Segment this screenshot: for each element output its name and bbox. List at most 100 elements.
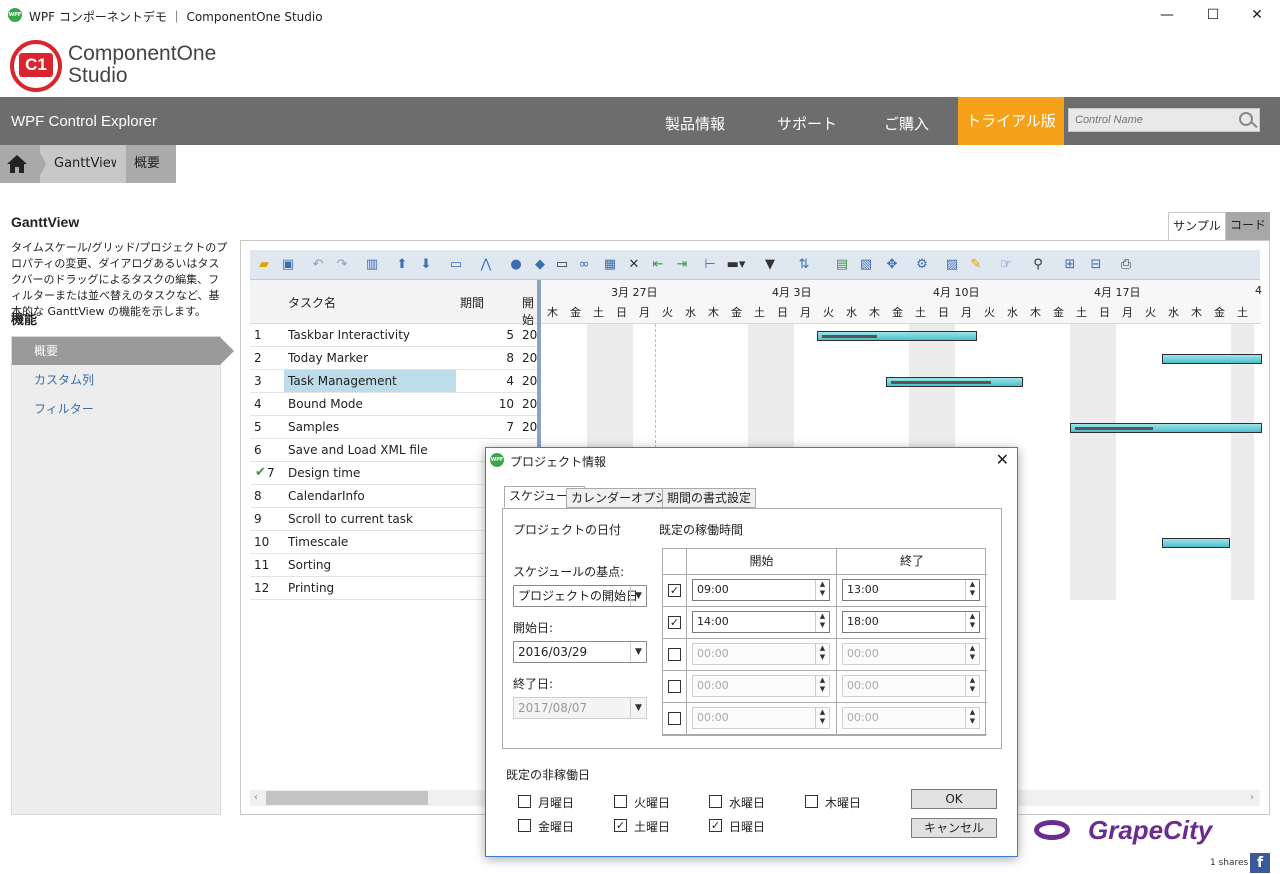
- hours-enabled-checkbox[interactable]: [668, 712, 681, 725]
- task-name-cell[interactable]: CalendarInfo: [288, 489, 365, 503]
- task-bar[interactable]: [1070, 423, 1262, 433]
- link-icon[interactable]: ∞: [574, 255, 594, 275]
- task-name-cell[interactable]: Sorting: [288, 558, 331, 572]
- move-down-icon[interactable]: ⬇: [416, 255, 436, 275]
- nav-purchase[interactable]: ご購入: [884, 113, 929, 134]
- start-date-picker[interactable]: 2016/03/29 ▼: [513, 641, 647, 663]
- start-time-input[interactable]: 09:00 ▲ ▼: [692, 579, 830, 601]
- save-icon[interactable]: ▣: [278, 255, 298, 275]
- schedule-base-select[interactable]: プロジェクトの開始日 ▼: [513, 585, 647, 607]
- maximize-icon[interactable]: ☐: [1190, 0, 1236, 30]
- nav-support[interactable]: サポート: [777, 113, 837, 134]
- project-info-icon[interactable]: ▧: [856, 255, 876, 275]
- sunday-checkbox[interactable]: ✓: [709, 819, 722, 832]
- start-cell[interactable]: 20: [522, 397, 537, 411]
- monday-checkbox[interactable]: [518, 795, 531, 808]
- scroll-left-icon[interactable]: ‹: [254, 792, 258, 803]
- task-info-icon[interactable]: ▭: [446, 255, 466, 275]
- start-cell[interactable]: 20: [522, 328, 537, 342]
- redo-icon[interactable]: ↷: [332, 255, 352, 275]
- task-name-cell[interactable]: Printing: [288, 581, 334, 595]
- scroll-right-icon[interactable]: ›: [1250, 792, 1254, 803]
- chart-icon[interactable]: ⋀: [476, 255, 496, 275]
- duration-cell[interactable]: 4: [490, 374, 514, 388]
- minimize-icon[interactable]: —: [1144, 0, 1190, 30]
- bar-style-icon[interactable]: ▬▾: [726, 255, 746, 275]
- task-name-cell[interactable]: Design time: [288, 466, 360, 480]
- hours-enabled-checkbox[interactable]: ✓: [668, 584, 681, 597]
- nav-product-info[interactable]: 製品情報: [665, 113, 725, 134]
- task-name-cell[interactable]: Today Marker: [288, 351, 368, 365]
- thursday-checkbox[interactable]: [805, 795, 818, 808]
- export-icon[interactable]: ▤: [832, 255, 852, 275]
- wednesday-checkbox[interactable]: [709, 795, 722, 808]
- hours-enabled-checkbox[interactable]: [668, 680, 681, 693]
- end-time-input[interactable]: 18:00 ▲ ▼: [842, 611, 980, 633]
- zoom-icon[interactable]: ⚲: [1028, 255, 1048, 275]
- add-task-icon[interactable]: ●: [506, 255, 526, 275]
- sidebar-item-overview[interactable]: 概要: [12, 337, 234, 365]
- task-name-cell[interactable]: Task Management: [288, 374, 397, 388]
- start-time-input[interactable]: 14:00 ▲ ▼: [692, 611, 830, 633]
- zoom-fit-icon[interactable]: ⊞: [1060, 255, 1080, 275]
- columns-icon[interactable]: ▥: [362, 255, 382, 275]
- col-duration[interactable]: 期間: [460, 294, 484, 311]
- task-bar[interactable]: [1162, 538, 1230, 548]
- settings-icon[interactable]: ⚙: [912, 255, 932, 275]
- delete-icon[interactable]: ✕: [624, 255, 644, 275]
- home-button[interactable]: [0, 145, 40, 183]
- col-task-name[interactable]: タスク名: [288, 294, 336, 311]
- print-icon[interactable]: ⎙: [1116, 255, 1136, 275]
- table-row[interactable]: 3 Task Management 4 20: [250, 370, 538, 393]
- end-time-input[interactable]: 13:00 ▲ ▼: [842, 579, 980, 601]
- highlight-icon[interactable]: ✎: [966, 255, 986, 275]
- sort-icon[interactable]: ⇅: [794, 255, 814, 275]
- table-row[interactable]: 2 Today Marker 8 20: [250, 347, 538, 370]
- saturday-checkbox[interactable]: ✓: [614, 819, 627, 832]
- cancel-button[interactable]: キャンセル: [911, 818, 997, 838]
- duration-cell[interactable]: 7: [490, 420, 514, 434]
- outdent-icon[interactable]: ⇤: [648, 255, 668, 275]
- task-bar[interactable]: [817, 331, 977, 341]
- task-name-cell[interactable]: Scroll to current task: [288, 512, 413, 526]
- col-start[interactable]: 開始: [522, 294, 538, 328]
- task-name-cell[interactable]: Samples: [288, 420, 339, 434]
- scroll-task-icon[interactable]: ☞: [996, 255, 1016, 275]
- zoom-out-icon[interactable]: ⊟: [1086, 255, 1106, 275]
- dialog-close-icon[interactable]: ✕: [996, 450, 1009, 469]
- task-bar[interactable]: [1162, 354, 1262, 364]
- filter-icon[interactable]: ▼: [760, 255, 780, 275]
- add-milestone-icon[interactable]: ◆: [530, 255, 550, 275]
- scrollbar-thumb[interactable]: [266, 791, 428, 805]
- indent-icon[interactable]: ⇥: [672, 255, 692, 275]
- hours-enabled-checkbox[interactable]: ✓: [668, 616, 681, 629]
- friday-checkbox[interactable]: [518, 819, 531, 832]
- task-name-cell[interactable]: Taskbar Interactivity: [288, 328, 410, 342]
- duration-cell[interactable]: 8: [490, 351, 514, 365]
- open-icon[interactable]: ▰: [254, 255, 274, 275]
- task-bar[interactable]: [886, 377, 1023, 387]
- facebook-icon[interactable]: f: [1250, 853, 1270, 873]
- timescale-icon[interactable]: ▨: [942, 255, 962, 275]
- search-input[interactable]: [1069, 109, 1229, 131]
- search-icon[interactable]: [1239, 112, 1253, 126]
- task-name-cell[interactable]: Save and Load XML file: [288, 443, 428, 457]
- table-row[interactable]: 4 Bound Mode 10 20: [250, 393, 538, 416]
- tuesday-checkbox[interactable]: [614, 795, 627, 808]
- breadcrumb-ganttview[interactable]: GanttView: [36, 145, 126, 183]
- tab-code[interactable]: コード: [1226, 212, 1270, 240]
- add-blank-icon[interactable]: ▭: [552, 255, 572, 275]
- start-cell[interactable]: 20: [522, 374, 537, 388]
- duration-cell[interactable]: 5: [490, 328, 514, 342]
- sidebar-item-filter[interactable]: フィルター: [12, 395, 220, 423]
- task-name-cell[interactable]: Timescale: [288, 535, 348, 549]
- table-row[interactable]: 5 Samples 7 20: [250, 416, 538, 439]
- move-up-icon[interactable]: ⬆: [392, 255, 412, 275]
- resources-icon[interactable]: ✥: [882, 255, 902, 275]
- progress-icon[interactable]: ⊢: [700, 255, 720, 275]
- close-icon[interactable]: ✕: [1234, 0, 1280, 30]
- tab-duration-format[interactable]: 期間の書式設定: [662, 488, 757, 508]
- start-cell[interactable]: 20: [522, 351, 537, 365]
- task-name-cell[interactable]: Bound Mode: [288, 397, 363, 411]
- trial-button[interactable]: トライアル版: [958, 97, 1064, 145]
